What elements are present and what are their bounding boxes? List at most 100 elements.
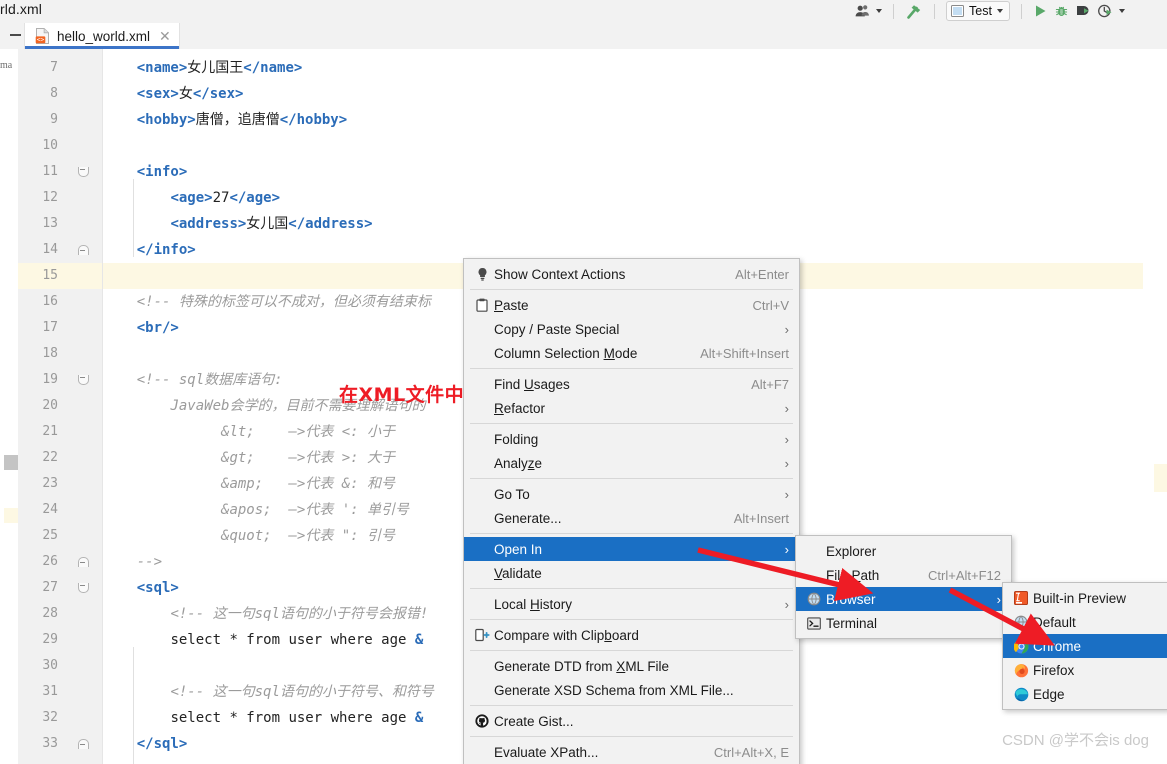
menu-item-terminal[interactable]: Terminal [796,611,1011,635]
menu-item-generate-dtd[interactable]: Generate DTD from XML File [464,654,799,678]
line-number: 19 [42,372,58,387]
menu-item-firefox[interactable]: Firefox [1003,658,1167,682]
strip-marker-selection [4,455,18,470]
line-number: 17 [42,320,58,335]
menu-item-generate[interactable]: Generate... Alt+Insert [464,506,799,530]
run-configuration-selector[interactable]: Test [946,1,1010,21]
globe-icon [1011,615,1031,629]
menu-item-copy-paste-special[interactable]: Copy / Paste Special › [464,317,799,341]
editor-tab-hello-world-xml[interactable]: <> hello_world.xml ✕ [24,23,180,49]
menu-item-evaluate-xpath[interactable]: Evaluate XPath... Ctrl+Alt+X, E [464,740,799,764]
menu-separator [470,289,793,290]
profiler-icon[interactable] [1097,4,1113,19]
xml-file-icon: <> [35,28,50,44]
menu-item-find-usages[interactable]: Find Usages Alt+F7 [464,372,799,396]
menu-item-file-path[interactable]: File Path Ctrl+Alt+F12 [796,563,1011,587]
code-token-ent: & [414,710,424,726]
menu-item-label: Go To [494,486,530,502]
menu-item-label: Copy / Paste Special [494,321,620,337]
menu-item-local-history[interactable]: Local History › [464,592,799,616]
editor-context-menu[interactable]: Show Context Actions Alt+Enter Paste Ctrl+V… [463,258,800,764]
menu-item-built-in-preview[interactable]: Built-in Preview [1003,586,1167,610]
coverage-icon[interactable] [1075,4,1091,18]
menu-item-label: Open In [494,541,543,557]
toolbar-divider [893,3,894,19]
menu-item-folding[interactable]: Folding › [464,427,799,451]
menu-item-go-to[interactable]: Go To › [464,482,799,506]
menu-item-create-gist[interactable]: Create Gist... [464,709,799,733]
run-config-icon [951,5,964,17]
menu-item-edge[interactable]: Edge [1003,682,1167,706]
compare-icon [472,628,492,642]
fold-collapse-icon[interactable] [78,575,89,601]
menu-item-browser[interactable]: Browser › [796,587,1011,611]
code-line: <!-- 这一句sql语句的小于符号、和符号 [170,679,433,705]
browser-submenu[interactable]: Built-in Preview Default Chrome Firefox Edge [1002,582,1167,710]
collapse-icon[interactable] [10,34,21,36]
chevron-down-icon[interactable] [1118,9,1125,13]
editor-gutter: 7 8 9 10 11 12 13 14 15 16 17 18 19 20 21 22 23 24 25 26 27 2… [18,49,103,764]
fold-end-icon[interactable] [78,237,89,263]
menu-item-shortcut: Alt+Enter [735,266,789,282]
window-title-fragment: rld.xml [0,1,42,17]
menu-item-generate-xsd[interactable]: Generate XSD Schema from XML File... [464,678,799,702]
code-line: <hobby>唐僧，追唐僧</hobby> [137,107,347,133]
code-line: &gt; —>代表 >: 大于 [221,445,395,471]
menu-item-label: Edge [1033,686,1065,702]
open-in-submenu[interactable]: Explorer File Path Ctrl+Alt+F12 Browser › Ter… [795,535,1012,639]
menu-item-explorer[interactable]: Explorer [796,539,1011,563]
edge-icon [1011,687,1031,702]
line-number: 9 [50,112,58,127]
play-icon[interactable] [1033,4,1048,18]
editor-left-strip: ma [0,49,18,764]
submenu-arrow-icon: › [784,596,789,612]
menu-item-label: Explorer [826,543,877,559]
code-token-tag: <address> [170,216,247,232]
code-line: &lt; —>代表 <: 小于 [221,419,395,445]
menu-item-refactor[interactable]: Refactor › [464,396,799,420]
menu-item-label: Evaluate XPath... [494,744,599,760]
code-token-cmt: <!-- sql数据库语句: [136,372,283,388]
menu-item-column-selection-mode[interactable]: Column Selection Mode Alt+Shift+Insert [464,341,799,365]
code-token-cmt: &gt; —>代表 >: 大于 [221,450,396,466]
menu-item-chrome[interactable]: Chrome [1003,634,1167,658]
menu-item-label: Chrome [1033,638,1082,654]
fold-end-icon[interactable] [78,731,89,757]
bug-icon[interactable] [1054,4,1069,18]
code-line: <name>女儿国王</name> [137,55,303,81]
user-icon[interactable] [855,4,870,18]
submenu-arrow-icon: › [784,400,789,416]
watermark: CSDN @学不会is dog [1002,732,1149,749]
fold-collapse-icon[interactable] [78,367,89,393]
line-number: 33 [42,736,58,751]
menu-item-analyze[interactable]: Analyze › [464,451,799,475]
code-token-txt: 唐僧，追唐僧 [195,112,280,128]
menu-item-label: Validate [494,565,542,581]
code-line: &amp; —>代表 &: 和号 [221,471,395,497]
fold-end-icon[interactable] [78,549,89,575]
toolbar-divider [934,3,935,19]
build-hammer-icon[interactable] [905,3,923,20]
menu-item-paste[interactable]: Paste Ctrl+V [464,293,799,317]
chevron-down-icon[interactable] [996,9,1003,13]
menu-item-validate[interactable]: Validate [464,561,799,585]
menu-item-label: Firefox [1033,662,1075,678]
code-line: <age>27</age> [170,185,280,211]
menu-item-open-in[interactable]: Open In › [464,537,799,561]
code-line: </info> [137,237,196,263]
chevron-down-icon[interactable] [876,9,882,13]
github-icon [472,714,492,728]
code-line: <!-- 这一句sql语句的小于符号会报错! [170,601,428,627]
menu-item-default[interactable]: Default [1003,610,1167,634]
menu-separator [470,705,793,706]
line-number: 28 [42,606,58,621]
menu-item-shortcut: Alt+Insert [733,510,789,526]
menu-item-show-context-actions[interactable]: Show Context Actions Alt+Enter [464,262,799,286]
menu-item-compare-with-clipboard[interactable]: Compare with Clipboard [464,623,799,647]
line-number: 25 [42,528,58,543]
menu-item-label: Generate XSD Schema from XML File... [494,682,734,698]
close-icon[interactable]: ✕ [159,29,171,43]
code-token-tag: </hobby> [279,112,348,128]
line-number: 31 [42,684,58,699]
fold-collapse-icon[interactable] [78,159,89,185]
